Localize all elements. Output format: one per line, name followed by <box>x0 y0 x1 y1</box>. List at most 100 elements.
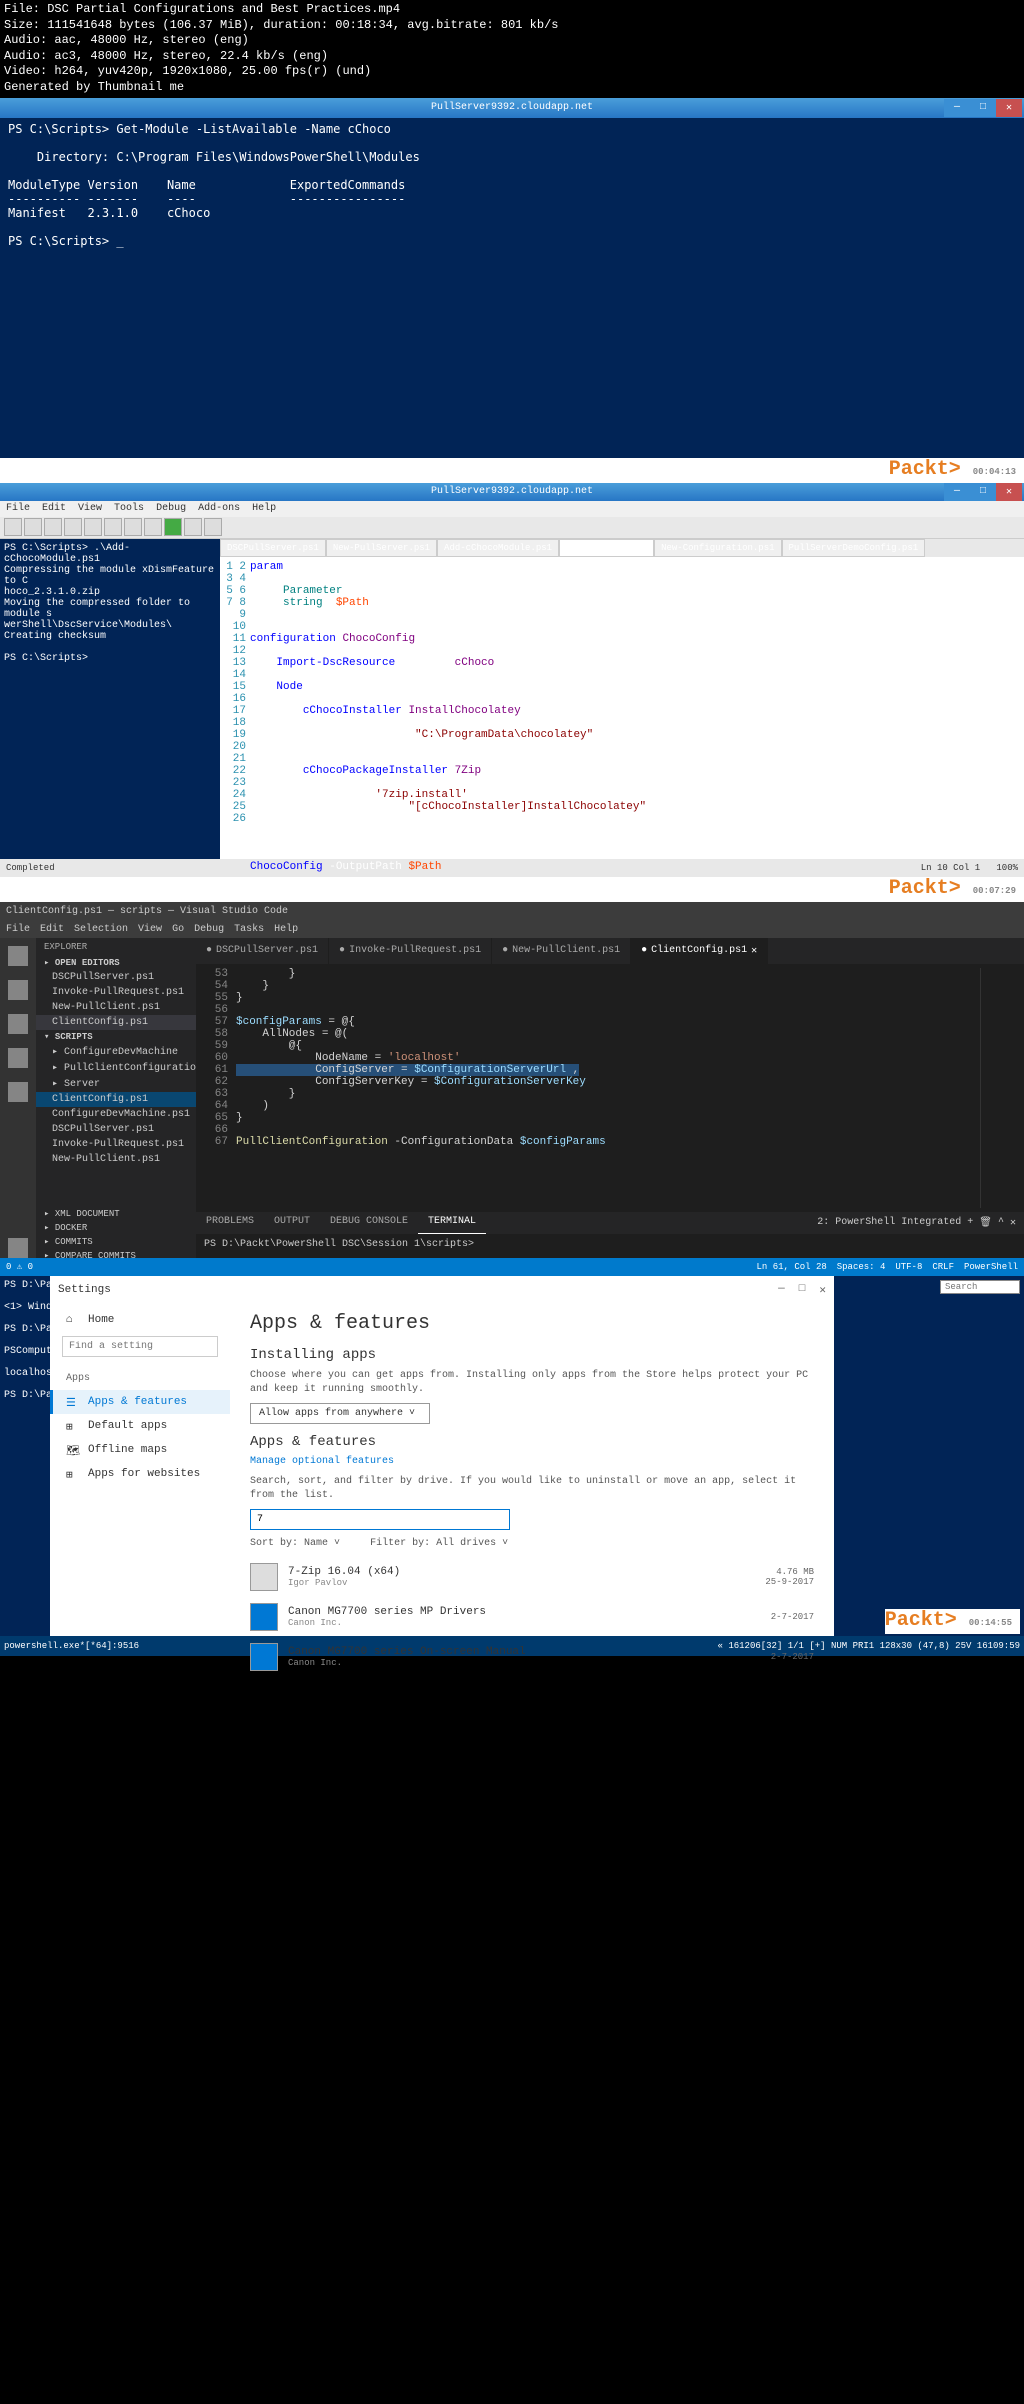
terminal-maximize-icon[interactable]: ^ <box>998 1217 1004 1228</box>
tool-open-icon[interactable] <box>24 518 42 536</box>
tab-chococonfig[interactable]: ChocoConfig.ps1 <box>559 539 654 557</box>
menu-debug[interactable]: Debug <box>194 924 224 935</box>
menu-view[interactable]: View <box>138 924 162 935</box>
tab-newpullserver[interactable]: New-PullServer.ps1 <box>326 539 437 557</box>
menu-file[interactable]: File <box>6 924 30 935</box>
file-selected[interactable]: ClientConfig.ps1 <box>36 1092 196 1107</box>
minimize-button[interactable]: — <box>944 99 970 117</box>
open-file[interactable]: Invoke-PullRequest.ps1 <box>36 985 196 1000</box>
code-text[interactable]: } } } $configParams = @{ AllNodes = @( @… <box>236 968 980 1208</box>
search-icon[interactable] <box>8 980 28 1000</box>
status-pos[interactable]: Ln 61, Col 28 <box>757 1262 827 1272</box>
search-box[interactable] <box>940 1280 1020 1294</box>
menu-debug[interactable]: Debug <box>156 503 186 514</box>
tab-addcchoco[interactable]: Add-cChocoModule.ps1 <box>437 539 559 557</box>
tab[interactable]: ● DSCPullServer.ps1 <box>196 938 329 964</box>
menu-tools[interactable]: Tools <box>114 503 144 514</box>
terminal[interactable]: PS D:\Packt\PowerShell DSC\Session 1\scr… <box>196 1234 1024 1258</box>
tab-dscpullserver[interactable]: DSCPullServer.ps1 <box>220 539 326 557</box>
status-errors[interactable]: 0 ⚠ 0 <box>6 1262 33 1272</box>
maximize-button[interactable]: □ <box>799 1283 806 1297</box>
vscode-titlebar[interactable]: ClientConfig.ps1 — scripts — Visual Stud… <box>0 902 1024 922</box>
gear-icon[interactable] <box>8 1238 28 1258</box>
section[interactable]: ▸ DOCKER <box>36 1221 196 1235</box>
install-source-select[interactable]: Allow apps from anywhere ˅ <box>250 1403 430 1424</box>
status-eol[interactable]: CRLF <box>932 1262 954 1272</box>
ise-titlebar[interactable]: PullServer9392.cloudapp.net — □ ✕ <box>0 483 1024 501</box>
scripts-header[interactable]: ▾ SCRIPTS <box>36 1030 196 1044</box>
tool-redo-icon[interactable] <box>144 518 162 536</box>
tool-runsel-icon[interactable] <box>184 518 202 536</box>
extensions-icon[interactable] <box>8 1082 28 1102</box>
folder[interactable]: ▸ Server <box>36 1076 196 1092</box>
app-item[interactable]: Canon MG7700 series MP Drivers Canon Inc… <box>250 1597 814 1637</box>
nav-apps-websites[interactable]: ⊞Apps for websites <box>50 1462 230 1486</box>
status-lang[interactable]: PowerShell <box>964 1262 1018 1272</box>
folder[interactable]: ▸ ConfigureDevMachine <box>36 1044 196 1060</box>
menu-addons[interactable]: Add-ons <box>198 503 240 514</box>
menu-help[interactable]: Help <box>274 924 298 935</box>
tab-newconfig[interactable]: New-Configuration.ps1 <box>654 539 781 557</box>
open-file[interactable]: DSCPullServer.ps1 <box>36 970 196 985</box>
menu-view[interactable]: View <box>78 503 102 514</box>
menu-file[interactable]: File <box>6 503 30 514</box>
terminal-dropdown[interactable]: 2: PowerShell Integrated <box>817 1217 961 1228</box>
tab-pullserverdemo[interactable]: PullServerDemoConfig.ps1 <box>782 539 926 557</box>
nav-default-apps[interactable]: ⊞Default apps <box>50 1414 230 1438</box>
app-item[interactable]: 7-Zip 16.04 (x64) Igor Pavlov 4.76 MB 25… <box>250 1557 814 1597</box>
menu-edit[interactable]: Edit <box>40 924 64 935</box>
search-input[interactable] <box>62 1336 218 1357</box>
code-text[interactable]: param ( [Parameter(Mandatory)] [string] … <box>250 561 1020 873</box>
file[interactable]: Invoke-PullRequest.ps1 <box>36 1137 196 1152</box>
git-icon[interactable] <box>8 1014 28 1034</box>
tab[interactable]: ● Invoke-PullRequest.ps1 <box>329 938 492 964</box>
manage-optional-link[interactable]: Manage optional features <box>250 1456 814 1467</box>
open-editors-header[interactable]: ▸ OPEN EDITORS <box>36 956 196 970</box>
titlebar[interactable]: PullServer9392.cloudapp.net — □ ✕ <box>0 98 1024 118</box>
folder[interactable]: ▸ PullClientConfiguration <box>36 1060 196 1076</box>
code-editor[interactable]: 53 54 55 56 57 58 59 60 61 62 63 64 65 6… <box>196 964 1024 1212</box>
settings-titlebar[interactable]: Settings — □ ✕ <box>50 1276 834 1304</box>
tab-terminal[interactable]: TERMINAL <box>418 1212 486 1234</box>
tool-run-icon[interactable] <box>164 518 182 536</box>
open-file-active[interactable]: ClientConfig.ps1 <box>36 1015 196 1030</box>
nav-offline-maps[interactable]: 🗺Offline maps <box>50 1438 230 1462</box>
tool-undo-icon[interactable] <box>124 518 142 536</box>
minimize-button[interactable]: — <box>944 483 970 501</box>
close-button[interactable]: ✕ <box>819 1283 826 1297</box>
tab-problems[interactable]: PROBLEMS <box>196 1212 264 1234</box>
app-item[interactable]: Canon MG7700 series On-screen Manual Can… <box>250 1637 814 1677</box>
tab-active[interactable]: ● ClientConfig.ps1 ✕ <box>631 938 768 964</box>
tab-debug-console[interactable]: DEBUG CONSOLE <box>320 1212 418 1234</box>
close-button[interactable]: ✕ <box>996 483 1022 501</box>
apps-search-input[interactable] <box>250 1509 510 1530</box>
tool-paste-icon[interactable] <box>104 518 122 536</box>
tab-output[interactable]: OUTPUT <box>264 1212 320 1234</box>
nav-home[interactable]: ⌂Home <box>50 1308 230 1332</box>
menu-tasks[interactable]: Tasks <box>234 924 264 935</box>
status-encoding[interactable]: UTF-8 <box>895 1262 922 1272</box>
terminal-add-icon[interactable]: + <box>967 1217 973 1228</box>
code-editor[interactable]: 1 2 3 4 5 6 7 8 9 10 11 12 13 14 15 16 1… <box>220 557 1024 877</box>
zoom[interactable]: 100% <box>996 863 1018 873</box>
ise-console[interactable]: PS C:\Scripts> .\Add-cChocoModule.ps1 Co… <box>0 539 220 859</box>
files-icon[interactable] <box>8 946 28 966</box>
tool-copy-icon[interactable] <box>84 518 102 536</box>
menu-go[interactable]: Go <box>172 924 184 935</box>
status-indent[interactable]: Spaces: 4 <box>837 1262 886 1272</box>
minimap[interactable] <box>980 968 1020 1208</box>
section[interactable]: ▸ XML DOCUMENT <box>36 1207 196 1221</box>
section[interactable]: ▸ COMPARE COMMITS <box>36 1249 196 1258</box>
menu-help[interactable]: Help <box>252 503 276 514</box>
debug-icon[interactable] <box>8 1048 28 1068</box>
maximize-button[interactable]: □ <box>970 483 996 501</box>
terminal-close-icon[interactable]: ✕ <box>1010 1217 1016 1229</box>
file[interactable]: DSCPullServer.ps1 <box>36 1122 196 1137</box>
open-file[interactable]: New-PullClient.ps1 <box>36 1000 196 1015</box>
menu-edit[interactable]: Edit <box>42 503 66 514</box>
file[interactable]: New-PullClient.ps1 <box>36 1152 196 1167</box>
menu-selection[interactable]: Selection <box>74 924 128 935</box>
console-output[interactable]: PS C:\Scripts> Get-Module -ListAvailable… <box>0 118 1024 458</box>
minimize-button[interactable]: — <box>778 1283 785 1297</box>
tab[interactable]: ● New-PullClient.ps1 <box>492 938 631 964</box>
